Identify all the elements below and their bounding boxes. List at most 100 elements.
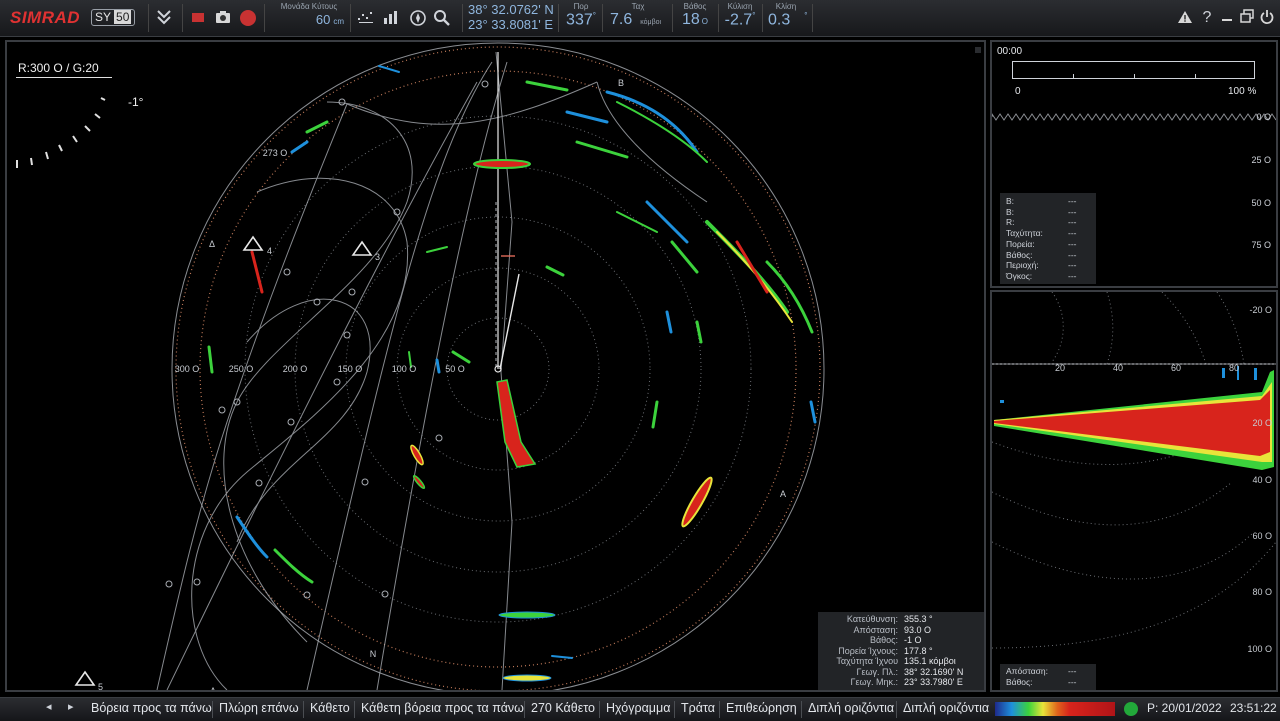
tilt-label: Κλίση <box>775 2 797 11</box>
target-label-5: 5 <box>98 682 103 690</box>
top-tick-20: 20 <box>1055 363 1065 373</box>
vertical-info-row: Απόσταση: --- <box>1006 666 1077 676</box>
clock-label: 23:51:22 <box>1230 701 1277 715</box>
info-row: Κατεύθυνση: 355.3 ° <box>846 614 933 624</box>
info-row: Γεωγ. Μηκ.: 23° 33.7980' E <box>850 677 963 687</box>
depth-tick-50: 50 O <box>1251 198 1271 208</box>
target-label-4: 4 <box>267 246 272 256</box>
course-value: 337 <box>566 11 593 29</box>
model-number: 50 <box>114 10 132 24</box>
depth-value: 18 <box>681 11 700 28</box>
longitude: 23° 33.8081' E <box>468 17 554 32</box>
scroll-right-icon[interactable]: ▸ <box>68 700 74 713</box>
info-row: Βάθος: -1 O <box>869 635 922 645</box>
ring-label-300: 300 O <box>175 364 200 374</box>
scroll-handle[interactable] <box>975 47 981 53</box>
info-row: Γεωγ. Πλ.: 38° 32.1690' N <box>856 666 964 677</box>
course-label: Πορ <box>573 2 589 11</box>
hull-unit-field[interactable]: Μονάδα Κύτους 60 cm <box>270 2 348 34</box>
target-triangle-4[interactable] <box>242 235 264 251</box>
help-icon[interactable]: ? <box>1198 9 1216 27</box>
target-triangle-3[interactable] <box>351 240 373 256</box>
mode-inspection-button[interactable]: Επιθεώρηση <box>726 701 797 715</box>
date-label: P: 20/01/2022 <box>1147 701 1222 715</box>
sonar-view[interactable]: R:300 O / G:20 -1° 300 O 250 O 200 O 150… <box>5 40 986 692</box>
position-readout: 38° 32.0762' N 23° 33.8081' E <box>468 2 554 32</box>
record-icon[interactable] <box>188 8 208 28</box>
echo-row: Ταχύτητα: --- <box>1006 228 1077 239</box>
sonar-canvas: 300 O 250 O 200 O 150 O 100 O 50 O 273 O… <box>16 42 981 690</box>
bar-chart-icon[interactable] <box>382 8 402 28</box>
scatter-icon[interactable] <box>356 8 376 28</box>
echo-row: Βάθος: --- <box>1006 249 1077 260</box>
roll-value: -2.7 <box>724 11 753 29</box>
scroll-left-icon[interactable]: ◂ <box>46 700 52 713</box>
color-scale <box>995 702 1115 716</box>
warning-icon[interactable] <box>1176 9 1194 28</box>
top-tick-40: 40 <box>1113 363 1123 373</box>
speed-value: 7.6 <box>610 11 633 28</box>
mode-echogram-button[interactable]: Ηχόγραμμα <box>606 701 670 715</box>
side-tick-20: 20 O <box>1252 418 1272 428</box>
depth-unit: O <box>701 17 709 26</box>
echo-row: R: --- <box>1006 217 1077 228</box>
echo-row: Όγκος: --- <box>1006 270 1077 281</box>
side-tick-80: 80 O <box>1252 587 1272 597</box>
mode-north-up-button[interactable]: Βόρεια προς τα πάνω <box>91 701 212 715</box>
progress-bar[interactable] <box>1012 61 1255 79</box>
echo-row: B: --- <box>1006 196 1077 206</box>
hull-unit-label: Μονάδα Κύτους <box>280 2 338 11</box>
minimize-icon[interactable] <box>1218 9 1236 26</box>
cursor-info-box: Κατεύθυνση: 355.3 ° Απόσταση: 93.0 O Βάθος… <box>818 612 984 690</box>
chevron-down-icon[interactable] <box>154 8 174 28</box>
target-triangle-5[interactable] <box>74 670 96 686</box>
vertical-info-row: Βάθος: --- <box>1006 677 1077 687</box>
marker-delta-bottom: Δ <box>210 686 216 690</box>
tilt-value: 0.3 <box>768 11 791 29</box>
mode-trawl-button[interactable]: Τράτα <box>681 701 715 715</box>
side-tick-60: 60 O <box>1252 531 1272 541</box>
speed-field: Ταχ 7.6 κόμβοι <box>606 2 670 34</box>
roll-field: Κύλιση -2.7° <box>720 2 760 34</box>
ring-label-150: 150 O <box>338 364 363 374</box>
marker-a: A <box>780 489 786 499</box>
mode-270-vertical-button[interactable]: 270 Κάθετο <box>531 701 595 715</box>
info-row: Πορεία Ίχνους: 177.8 ° <box>838 645 933 656</box>
mode-vertical-north-up-button[interactable]: Κάθετη βόρεια προς τα πάνω <box>361 701 524 715</box>
speed-label: Ταχ <box>631 2 645 11</box>
vertical-view-panel[interactable]: 20 40 60 80 -20 O 20 O 40 O 60 O 80 O 10… <box>990 290 1278 692</box>
mode-head-up-button[interactable]: Πλώρη επάνω <box>219 701 299 715</box>
hull-unit-value: 60 <box>315 12 331 27</box>
depth-field: Βάθος 18 O <box>676 2 714 34</box>
info-row: Απόσταση: 93.0 O <box>853 624 932 635</box>
side-tick-40: 40 O <box>1252 475 1272 485</box>
ring-label-50: 50 O <box>445 364 465 374</box>
top-tick-60: 60 <box>1171 363 1181 373</box>
side-tick-100: 100 O <box>1247 644 1272 654</box>
time-label: 00:00 <box>997 46 1023 57</box>
surface-pattern <box>992 113 1276 121</box>
echogram-panel[interactable]: 00:00 0 100 % 0 O 25 O 50 O 75 O B: --- B… <box>990 40 1278 288</box>
roll-label: Κύλιση <box>727 2 753 11</box>
power-icon[interactable] <box>1258 9 1276 28</box>
hull-unit-suffix: cm <box>333 17 344 26</box>
model-name: SY <box>95 10 112 24</box>
bottom-toolbar: ◂ ▸ Βόρεια προς τα πάνω Πλώρη επάνω Κάθε… <box>0 697 1280 721</box>
mode-dual-horizontal-2-button[interactable]: Διπλή οριζόντια <box>903 701 989 715</box>
top-toolbar: SIMRAD SY 50 Μονάδα Κύτους 60 cm 38° 32.07… <box>0 0 1280 37</box>
ring-label-250: 250 O <box>229 364 254 374</box>
camera-icon[interactable] <box>213 8 233 28</box>
model-badge: SY 50 <box>91 9 136 26</box>
restore-icon[interactable] <box>1238 9 1256 26</box>
latitude: 38° 32.0762' N <box>468 2 554 17</box>
mode-vertical-button[interactable]: Κάθετο <box>310 701 350 715</box>
compass-icon[interactable] <box>408 8 428 28</box>
zoom-icon[interactable] <box>432 8 452 28</box>
echo-row: B: --- <box>1006 206 1077 217</box>
vertical-info-box: Απόσταση: --- Βάθος: --- <box>1000 664 1096 690</box>
ring-label-100: 100 O <box>392 364 417 374</box>
side-tick-neg20: -20 O <box>1249 305 1272 315</box>
mode-dual-horizontal-button[interactable]: Διπλή οριζόντια <box>808 701 894 715</box>
stop-icon[interactable] <box>238 8 258 28</box>
info-row: Ταχύτητα Ίχνου 135.1 κόμβοι <box>836 656 956 666</box>
